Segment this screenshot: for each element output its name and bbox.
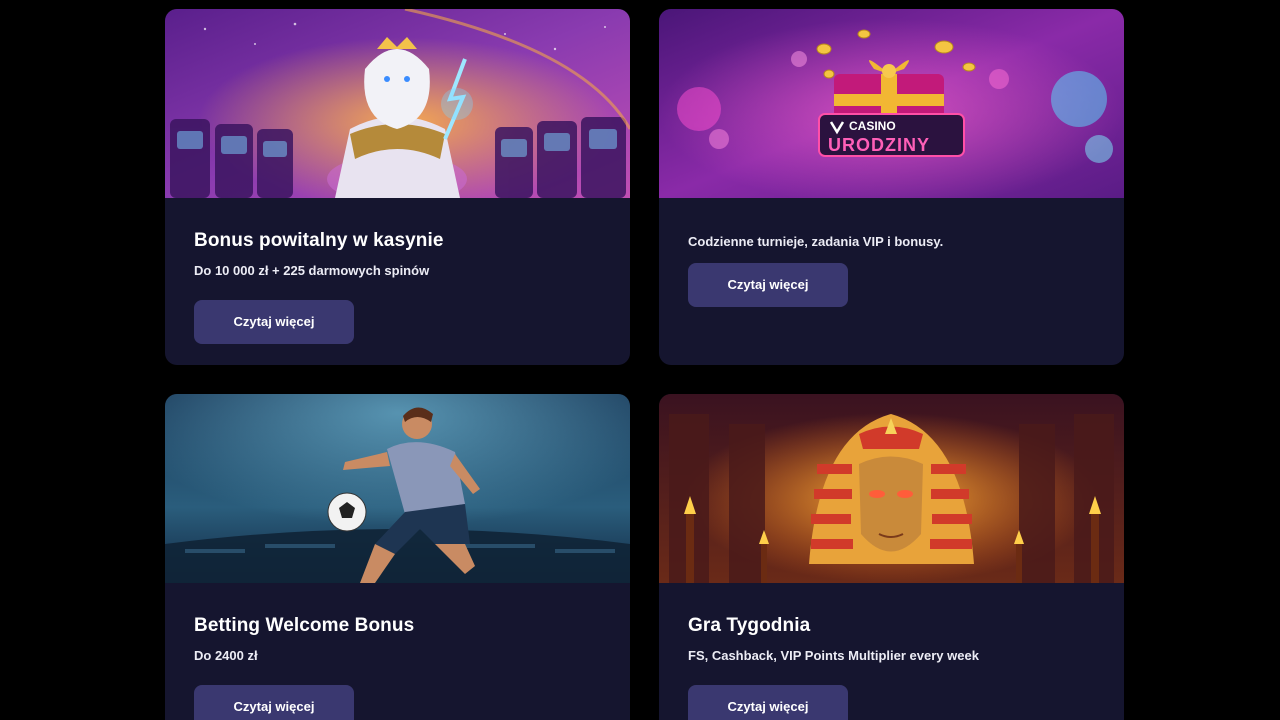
card-subtitle: Do 10 000 zł + 225 darmowych spinów bbox=[194, 263, 430, 278]
card-subtitle: Codzienne turnieje, zadania VIP i bonusy… bbox=[688, 234, 944, 249]
promo-card-game-of-week: Gra Tygodnia FS, Cashback, VIP Points Mu… bbox=[659, 394, 1124, 720]
read-more-button[interactable]: Czytaj więcej bbox=[688, 263, 848, 307]
pharaoh-temple-banner bbox=[659, 394, 1124, 583]
card-body: Betting Welcome Bonus Do 2400 zł Czytaj … bbox=[194, 615, 601, 720]
card-subtitle: Do 2400 zł bbox=[194, 648, 258, 663]
read-more-button[interactable]: Czytaj więcej bbox=[688, 685, 848, 720]
card-title: Gra Tygodnia bbox=[688, 615, 811, 636]
card-body: Codzienne turnieje, zadania VIP i bonusy… bbox=[688, 234, 1095, 307]
birthday-headline: URODZINY bbox=[828, 135, 930, 155]
card-body: Bonus powitalny w kasynie Do 10 000 zł +… bbox=[194, 230, 601, 344]
birthday-gift-banner: CASINO URODZINY bbox=[659, 9, 1124, 198]
read-more-button[interactable]: Czytaj więcej bbox=[194, 685, 354, 720]
football-player-banner bbox=[165, 394, 630, 583]
zeus-casino-banner bbox=[165, 9, 630, 198]
card-title: Bonus powitalny w kasynie bbox=[194, 230, 444, 251]
promo-card-birthday: CASINO URODZINY Codzienne turnieje, zada… bbox=[659, 9, 1124, 365]
card-title: Betting Welcome Bonus bbox=[194, 615, 415, 636]
promo-card-betting: Betting Welcome Bonus Do 2400 zł Czytaj … bbox=[165, 394, 630, 720]
read-more-button[interactable]: Czytaj więcej bbox=[194, 300, 354, 344]
promo-card-welcome-casino: Bonus powitalny w kasynie Do 10 000 zł +… bbox=[165, 9, 630, 365]
card-subtitle: FS, Cashback, VIP Points Multiplier ever… bbox=[688, 648, 979, 663]
brand-logo-text: CASINO bbox=[849, 119, 896, 133]
card-body: Gra Tygodnia FS, Cashback, VIP Points Mu… bbox=[688, 615, 1095, 720]
